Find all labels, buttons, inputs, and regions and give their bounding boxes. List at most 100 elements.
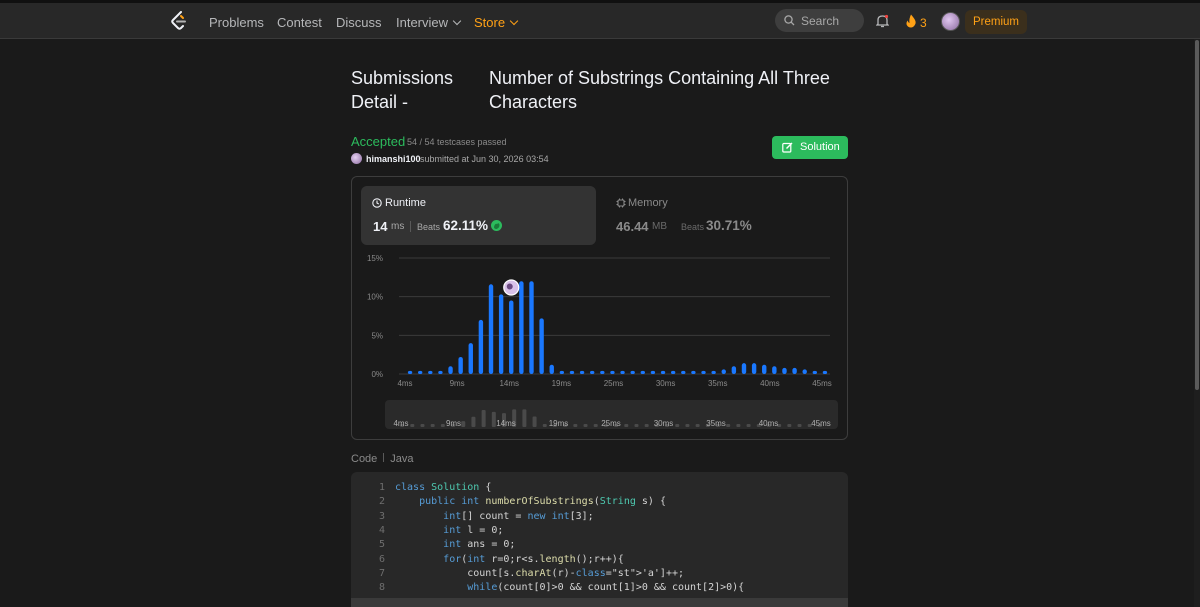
chart-bar	[579, 370, 585, 374]
code-line[interactable]: 8 while(count[0]>0 && count[1]>0 && coun…	[351, 581, 848, 595]
code-line[interactable]: 3 int[] count = new int[3];	[351, 510, 848, 524]
chart-bar	[559, 370, 565, 374]
nav-contest[interactable]: Contest	[277, 15, 322, 30]
notification-bell-icon[interactable]	[876, 14, 889, 28]
chart-bar	[519, 281, 524, 374]
line-number: 4	[378, 524, 385, 536]
chart-bar	[721, 369, 726, 374]
solution-button[interactable]: Solution	[772, 136, 848, 159]
brush-bar	[695, 424, 700, 427]
premium-button[interactable]: Premium	[965, 10, 1027, 34]
brush-bar	[491, 411, 496, 427]
line-number: 5	[378, 539, 385, 551]
submitter-name[interactable]: himanshi100	[366, 154, 421, 164]
brush-x-label: 45ms	[811, 419, 831, 428]
chevron-down-icon	[452, 16, 462, 26]
nav-interview-label: Interview	[396, 15, 449, 30]
code-expand-bar[interactable]	[351, 598, 848, 607]
chart-bar	[600, 370, 605, 374]
chart-bar	[509, 300, 514, 374]
runtime-beats-label: Beats	[417, 222, 441, 232]
memory-beats-percent: 30.71%	[706, 218, 752, 233]
chart-bar	[660, 370, 666, 374]
brush-bar	[644, 424, 649, 427]
chart-bar	[498, 294, 504, 374]
line-number: 2	[378, 496, 385, 508]
chevron-down-icon	[509, 16, 519, 26]
nav-store[interactable]: Store	[474, 15, 519, 30]
code-text: count[s.charAt(r)-class="st">'a']++;	[395, 567, 685, 579]
submission-time: submitted at Jun 30, 2026 03:54	[420, 154, 549, 164]
brush-bar	[481, 409, 486, 427]
memory-label[interactable]: Memory	[616, 197, 668, 209]
chart-user-marker-face	[506, 283, 513, 290]
brush-bar	[624, 424, 629, 427]
chart-y-tick-label: 10%	[367, 293, 383, 302]
brush-bar	[573, 424, 578, 427]
chart-x-tick-label: 9ms	[450, 379, 465, 388]
code-line[interactable]: 2 public int numberOfSubstrings(String s…	[351, 495, 848, 509]
fire-streak-icon[interactable]	[905, 14, 917, 28]
brush-x-label: 40ms	[759, 419, 779, 428]
brush-x-label: 9ms	[446, 419, 461, 428]
code-line[interactable]: 5 int ans = 0;	[351, 538, 848, 552]
brush-x-label: 4ms	[393, 419, 408, 428]
code-line[interactable]: 6 for(int r=0;r<s.length();r++){	[351, 553, 848, 567]
problem-title[interactable]: Number of Substrings Containing All Thre…	[489, 66, 849, 114]
brush-bar	[440, 424, 445, 427]
chart-bar	[569, 370, 575, 374]
nav-problems[interactable]: Problems	[209, 15, 264, 30]
brush-preview[interactable]: 4ms 9ms 14ms 19ms 25ms 30ms 35ms 40ms 45ms	[385, 400, 838, 429]
brush-bar	[634, 424, 639, 427]
chart-bar	[701, 370, 706, 374]
nav-interview[interactable]: Interview	[396, 15, 462, 30]
chart-bar	[741, 363, 747, 374]
leetcode-logo-icon[interactable]	[170, 11, 188, 31]
chart-x-tick-label: 45ms	[812, 379, 832, 388]
chart-bar	[681, 370, 686, 374]
chart-x-tick-label: 14ms	[499, 379, 519, 388]
search-box[interactable]: Search	[775, 9, 864, 32]
brush-bar	[410, 424, 415, 427]
chart-bar	[458, 356, 463, 374]
chart-bar	[620, 370, 625, 374]
runtime-panel[interactable]	[361, 186, 596, 245]
user-avatar[interactable]	[941, 12, 960, 31]
clock-icon	[372, 198, 382, 208]
code-text: class Solution {	[395, 482, 492, 493]
brush-x-label: 19ms	[549, 419, 569, 428]
chart-bar	[640, 370, 645, 374]
chart-bar	[478, 319, 484, 374]
chart-bar	[610, 370, 615, 374]
runtime-beats-percent: 62.11%	[443, 218, 489, 233]
code-text: int l = 0;	[443, 524, 504, 536]
brush-bar	[542, 424, 547, 427]
brush-x-label: 25ms	[601, 419, 621, 428]
memory-label-text: Memory	[628, 197, 668, 209]
chart-bar	[529, 281, 534, 374]
code-line[interactable]: 1 class Solution {	[351, 481, 848, 495]
chart-bar	[711, 370, 716, 374]
chart-bar	[539, 318, 544, 374]
memory-beats-label: Beats	[681, 222, 705, 232]
code-label-divider	[383, 453, 385, 462]
nav-discuss[interactable]: Discuss	[336, 15, 382, 30]
chart-bar	[438, 370, 443, 374]
brush-bar	[685, 424, 690, 427]
nav-store-label: Store	[474, 15, 506, 30]
code-line[interactable]: 7 count[s.charAt(r)-class="st">'a']++;	[351, 567, 848, 581]
runtime-distribution-chart[interactable]: 15% 10% 5% 0% 4ms 9ms 14ms 19ms 25ms 30ms 35ms 40ms…	[361, 250, 841, 392]
line-number: 7	[378, 567, 385, 579]
chart-bar	[650, 370, 656, 374]
chart-bar	[731, 366, 737, 374]
page-scrollbar-thumb[interactable]	[1195, 40, 1199, 390]
chart-bar	[590, 370, 595, 374]
brush-bar	[736, 424, 741, 427]
line-number: 8	[378, 582, 385, 594]
brush-bar	[787, 424, 792, 427]
memory-chip-icon	[616, 198, 626, 208]
code-line[interactable]: 4 int l = 0;	[351, 524, 848, 538]
brush-bar	[522, 409, 527, 427]
chart-bar	[822, 370, 828, 374]
chart-y-tick-label: 5%	[371, 331, 383, 340]
